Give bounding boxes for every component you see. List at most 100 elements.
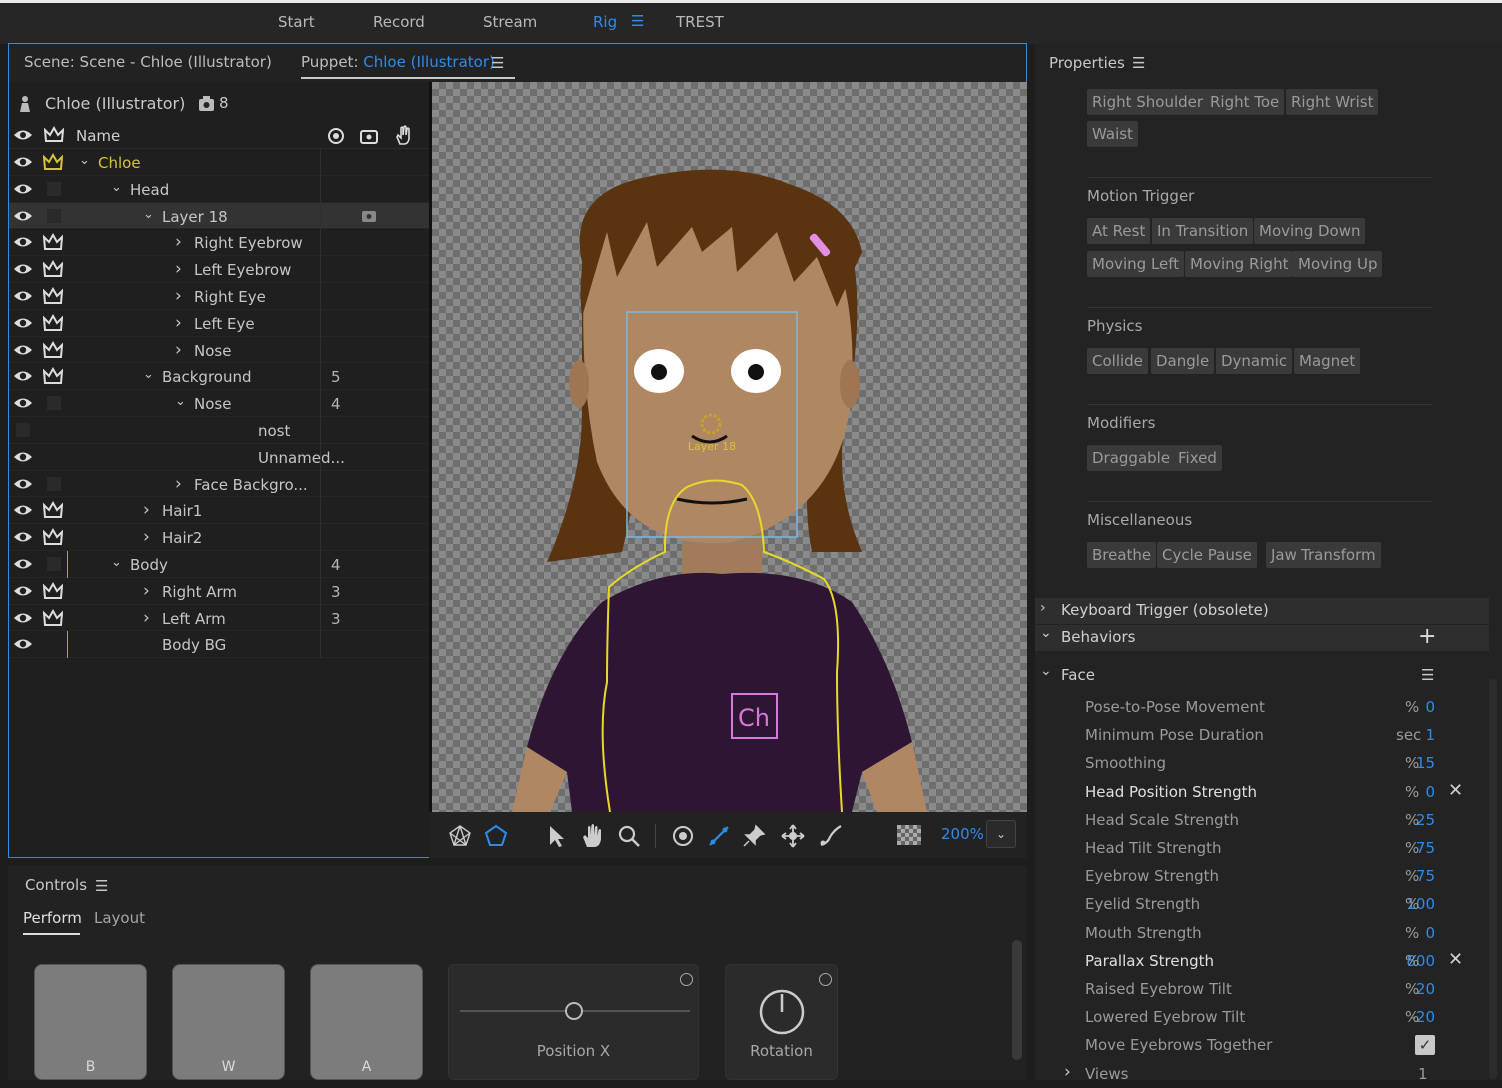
chevron-right-icon[interactable]: ›	[143, 608, 150, 628]
controls-scrollbar[interactable]	[1012, 940, 1022, 1060]
crown-icon[interactable]	[43, 528, 63, 546]
face-menu-icon[interactable]: ☰	[1421, 666, 1434, 684]
rotation-knob-control[interactable]: Rotation	[725, 964, 838, 1080]
behaviors-row[interactable]: ⌄ Behaviors +	[1035, 624, 1489, 651]
layer-row[interactable]: Body BG	[9, 631, 429, 659]
layer-row[interactable]: › Hair1	[9, 497, 429, 525]
trigger-button-b[interactable]: B	[34, 964, 147, 1080]
layer-row[interactable]: › Hair2	[9, 524, 429, 552]
crown-icon[interactable]	[43, 286, 63, 305]
rotation-knob-icon[interactable]	[759, 989, 805, 1035]
eye-icon[interactable]	[13, 368, 33, 384]
properties-scrollbar[interactable]	[1489, 679, 1497, 1079]
chevron-down-icon[interactable]: ⌄	[79, 153, 90, 168]
chevron-right-icon[interactable]: ›	[175, 259, 182, 279]
transparency-grid-icon[interactable]	[897, 825, 921, 845]
tag-right-toe[interactable]: Right Toe	[1205, 89, 1285, 115]
tag-dynamic[interactable]: Dynamic	[1216, 348, 1293, 374]
tab-scene[interactable]: Scene: Scene - Chloe (Illustrator)	[24, 53, 272, 71]
face-param-row[interactable]: Pose-to-Pose Movement 0%	[1085, 693, 1485, 721]
independence-toggle[interactable]	[47, 208, 61, 223]
face-param-row[interactable]: Head Position Strength 0% ✕	[1085, 778, 1485, 806]
tag-moving-down[interactable]: Moving Down	[1254, 218, 1366, 244]
hand-tool-icon[interactable]	[579, 823, 605, 849]
eye-icon[interactable]	[13, 476, 33, 492]
eye-icon[interactable]	[13, 154, 33, 170]
face-param-row[interactable]: Mouth Strength 0%	[1085, 919, 1485, 947]
crown-icon[interactable]	[43, 608, 63, 627]
zoom-dropdown[interactable]: ⌄	[986, 820, 1016, 848]
face-param-row[interactable]: Raised Eyebrow Tilt 20%	[1085, 975, 1485, 1003]
eye-icon[interactable]	[13, 181, 33, 197]
eye-icon[interactable]	[13, 636, 33, 652]
close-icon[interactable]: ✕	[1448, 780, 1463, 801]
trigger-button-a[interactable]: A	[310, 964, 423, 1080]
chevron-down-icon[interactable]: ⌄	[111, 180, 122, 195]
tag-collide[interactable]: Collide	[1087, 348, 1148, 374]
tag-moving-right[interactable]: Moving Right	[1185, 251, 1294, 277]
nav-stream[interactable]: Stream	[483, 13, 537, 31]
tag-in-transition[interactable]: In Transition	[1152, 218, 1254, 244]
crown-icon[interactable]	[43, 153, 63, 171]
independence-toggle[interactable]	[47, 181, 61, 196]
keyboard-trigger-row[interactable]: › Keyboard Trigger (obsolete)	[1035, 598, 1489, 624]
layer-row[interactable]: ⌄ Background 5	[9, 363, 429, 391]
crown-icon[interactable]	[43, 501, 63, 519]
chevron-right-icon[interactable]: ›	[175, 286, 182, 306]
chevron-right-icon[interactable]: ›	[1064, 1062, 1071, 1082]
param-value[interactable]: 0	[1425, 783, 1435, 801]
tab-layout[interactable]: Layout	[94, 909, 145, 927]
crown-icon[interactable]	[43, 313, 63, 332]
face-behavior-row[interactable]: ⌄ Face ☰	[1035, 663, 1489, 689]
layer-row[interactable]: Unnamed...	[9, 443, 429, 471]
layer-row[interactable]: › Left Eye	[9, 309, 429, 337]
eye-icon[interactable]	[13, 288, 33, 304]
crown-icon[interactable]	[43, 340, 63, 359]
crown-icon[interactable]	[43, 367, 63, 385]
tag-draggable[interactable]: Draggable	[1087, 445, 1176, 471]
face-param-row[interactable]: Lowered Eyebrow Tilt -20%	[1085, 1003, 1485, 1031]
crown-icon[interactable]	[43, 581, 63, 600]
face-param-row[interactable]: Head Tilt Strength 75%	[1085, 834, 1485, 862]
crown-icon[interactable]	[43, 233, 63, 251]
independence-toggle[interactable]	[47, 396, 61, 411]
eye-icon[interactable]	[13, 449, 33, 465]
nav-trest[interactable]: TREST	[676, 13, 724, 31]
select-arrow-icon[interactable]	[543, 823, 569, 849]
puppet-menu-icon[interactable]: ☰	[491, 54, 504, 72]
pin-tool-icon[interactable]	[741, 823, 767, 849]
position-x-slider-control[interactable]: Position X	[448, 964, 699, 1080]
layer-row[interactable]: › Right Arm 3	[9, 577, 429, 605]
face-param-row[interactable]: Parallax Strength 800% ✕	[1085, 947, 1485, 975]
rig-menu-icon[interactable]: ☰	[631, 12, 644, 30]
tag-at-rest[interactable]: At Rest	[1087, 218, 1151, 244]
eye-icon[interactable]	[13, 610, 33, 626]
name-column-header[interactable]: Name	[76, 127, 120, 145]
layer-row[interactable]: ⌄ Layer 18	[9, 202, 429, 230]
layer-row[interactable]: › Right Eye	[9, 282, 429, 310]
close-icon[interactable]: ✕	[1448, 949, 1463, 970]
eye-icon[interactable]	[13, 529, 33, 545]
eye-icon[interactable]	[13, 315, 33, 331]
chevron-right-icon[interactable]: ›	[175, 313, 182, 333]
tag-breathe[interactable]: Breathe	[1087, 542, 1157, 568]
layer-row[interactable]: ⌄ Chloe	[9, 149, 429, 176]
layer-row[interactable]: ⌄ Nose 4	[9, 390, 429, 418]
face-param-row[interactable]: Move Eyebrows Together ✓	[1085, 1031, 1485, 1059]
outline-icon[interactable]	[483, 823, 509, 849]
face-param-row[interactable]: Smoothing 15%	[1085, 749, 1485, 777]
layer-row[interactable]: › Left Eyebrow	[9, 256, 429, 284]
trigger-button-w[interactable]: W	[172, 964, 285, 1080]
layer-row[interactable]: ⌄ Head	[9, 175, 429, 203]
param-value[interactable]: 1	[1425, 726, 1435, 744]
chevron-down-icon[interactable]: ⌄	[111, 555, 122, 570]
tab-perform[interactable]: Perform	[23, 909, 82, 927]
chevron-down-icon[interactable]: ⌄	[175, 394, 186, 409]
eye-icon[interactable]	[13, 234, 33, 250]
move-eyebrows-checkbox[interactable]: ✓	[1415, 1035, 1435, 1056]
tag-transform[interactable]: Transform	[1296, 542, 1381, 568]
tag-moving-left[interactable]: Moving Left	[1087, 251, 1185, 277]
eye-icon[interactable]	[13, 208, 33, 224]
face-param-row[interactable]: Head Scale Strength 25%	[1085, 806, 1485, 834]
layer-row[interactable]: nost	[9, 416, 429, 444]
